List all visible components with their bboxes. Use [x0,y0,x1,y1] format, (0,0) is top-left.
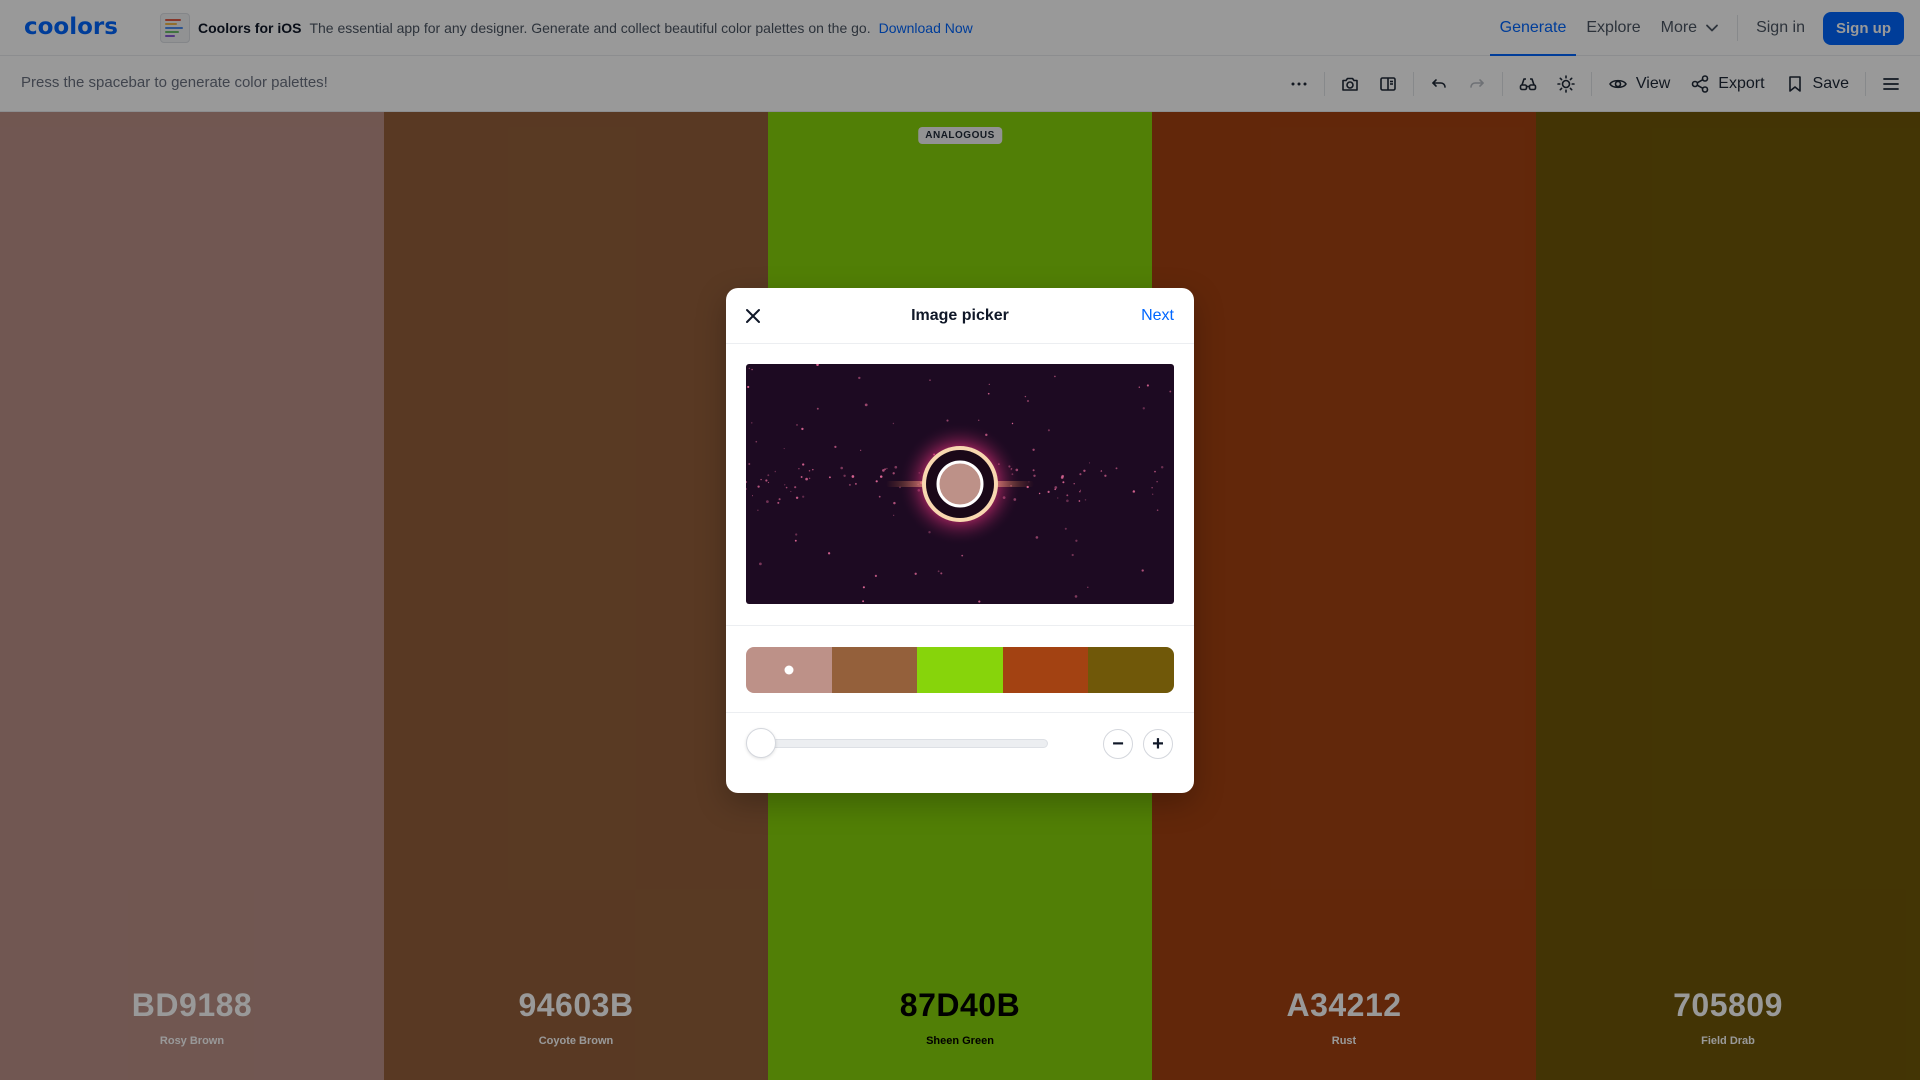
extracted-swatch[interactable] [1002,647,1089,693]
selected-swatch-dot [784,665,794,675]
increase-colors-button[interactable]: + [1143,729,1173,759]
next-button[interactable]: Next [1141,307,1174,325]
extracted-swatch-strip [746,647,1174,693]
modal-divider [726,625,1194,626]
modal-header: Image picker Next [726,288,1194,344]
image-picker-modal: Image picker Next − + [726,288,1194,793]
extracted-swatch[interactable] [1088,647,1174,693]
slider-track[interactable] [756,739,1048,748]
extracted-swatch[interactable] [831,647,918,693]
slider-thumb[interactable] [746,728,776,758]
extracted-swatch[interactable] [746,647,832,693]
modal-divider [726,712,1194,713]
color-count-slider[interactable] [746,728,1048,758]
uploaded-image[interactable] [746,364,1174,604]
decrease-colors-button[interactable]: − [1103,729,1133,759]
modal-title: Image picker [911,307,1009,324]
extracted-swatch[interactable] [917,647,1003,693]
